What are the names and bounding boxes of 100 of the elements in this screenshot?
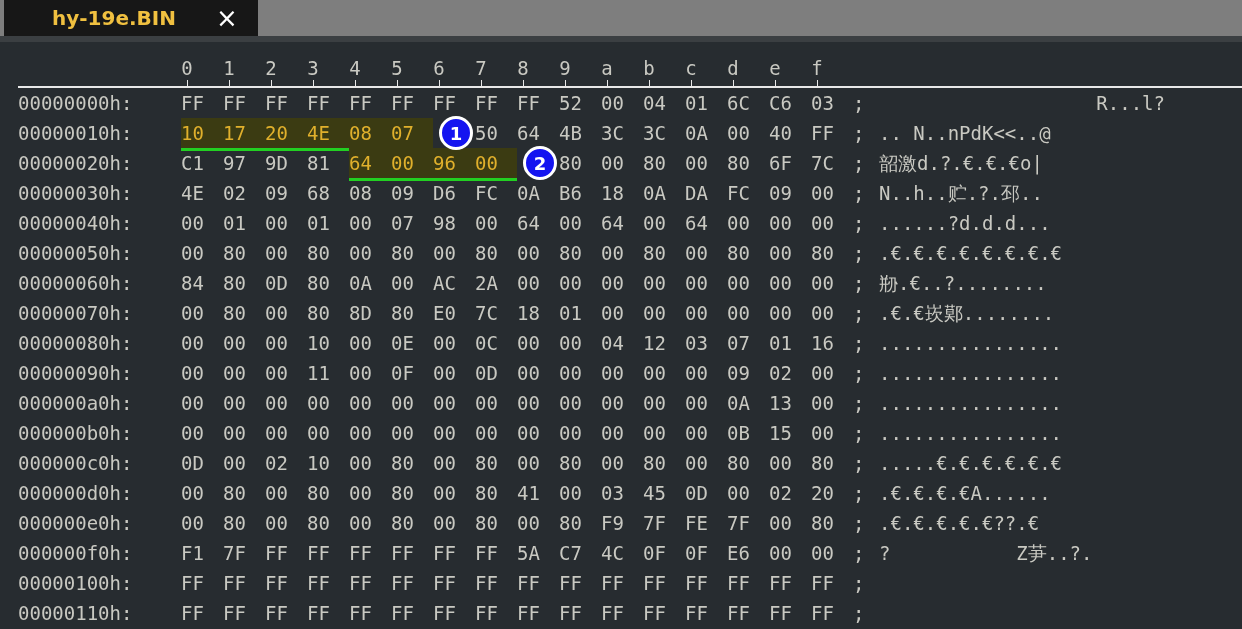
byte-value: 00 bbox=[601, 300, 624, 326]
byte-value: 0E bbox=[391, 330, 414, 356]
row-address: 000000e0h: bbox=[18, 510, 134, 536]
byte-value: 80 bbox=[475, 480, 498, 506]
byte-value: 80 bbox=[727, 450, 750, 476]
byte-value: 00 bbox=[601, 450, 624, 476]
separator: ; bbox=[853, 120, 866, 146]
byte-value: 09 bbox=[727, 360, 750, 386]
byte-value: 00 bbox=[559, 360, 582, 386]
byte-value: 00 bbox=[643, 300, 666, 326]
byte-value: 00 bbox=[349, 510, 372, 536]
column-header: 5 bbox=[391, 56, 403, 80]
byte-value: 00 bbox=[685, 150, 708, 176]
byte-value: 81 bbox=[307, 150, 330, 176]
byte-value: 80 bbox=[391, 510, 414, 536]
byte-value: 00 bbox=[181, 300, 204, 326]
byte-value: 00 bbox=[349, 240, 372, 266]
byte-value: 8D bbox=[349, 300, 372, 326]
byte-value: 80 bbox=[391, 480, 414, 506]
separator: ; bbox=[853, 450, 866, 476]
separator: ; bbox=[853, 540, 866, 566]
byte-value: FF bbox=[811, 120, 834, 146]
byte-value: 00 bbox=[349, 480, 372, 506]
byte-value: FC bbox=[727, 180, 750, 206]
ascii-text: .....€.€.€.€.€.€ bbox=[879, 450, 1063, 476]
byte-value: 0A bbox=[349, 270, 372, 296]
byte-value: FF bbox=[727, 570, 750, 596]
byte-value: 03 bbox=[601, 480, 624, 506]
byte-value: 80 bbox=[307, 270, 330, 296]
byte-value: 80 bbox=[727, 240, 750, 266]
column-header: 9 bbox=[559, 56, 571, 80]
byte-value: FF bbox=[181, 90, 204, 116]
callout-badge: 2 bbox=[523, 146, 557, 180]
byte-value: 64 bbox=[349, 150, 372, 176]
byte-value: FF bbox=[391, 600, 414, 626]
byte-value: 0A bbox=[517, 180, 540, 206]
column-header: f bbox=[811, 56, 823, 80]
ascii-text: .€.€.€.€.€??.€ bbox=[879, 510, 1040, 536]
byte-value: 00 bbox=[265, 480, 288, 506]
byte-value: 00 bbox=[601, 270, 624, 296]
ascii-text: N..h..贮.?.邳.. bbox=[879, 180, 1043, 206]
byte-value: 00 bbox=[685, 360, 708, 386]
column-header: 4 bbox=[349, 56, 361, 80]
ascii-text: ? Z芛..?. bbox=[879, 540, 1093, 566]
byte-value: FF bbox=[517, 570, 540, 596]
byte-value: 0D bbox=[265, 270, 288, 296]
byte-value: 98 bbox=[433, 210, 456, 236]
column-header: c bbox=[685, 56, 697, 80]
row-address: 00000010h: bbox=[18, 120, 134, 146]
row-address: 00000110h: bbox=[18, 600, 134, 626]
byte-value: 68 bbox=[307, 180, 330, 206]
byte-value: 0A bbox=[727, 390, 750, 416]
byte-value: 00 bbox=[517, 360, 540, 386]
byte-value: FF bbox=[769, 600, 792, 626]
byte-value: 01 bbox=[223, 210, 246, 236]
byte-value: 00 bbox=[769, 540, 792, 566]
byte-value: 0D bbox=[685, 480, 708, 506]
byte-value: 00 bbox=[685, 270, 708, 296]
byte-value: 17 bbox=[223, 120, 246, 146]
byte-value: 00 bbox=[685, 390, 708, 416]
column-header: e bbox=[769, 56, 781, 80]
byte-value: 15 bbox=[769, 420, 792, 446]
byte-value: 80 bbox=[391, 300, 414, 326]
row-address: 00000100h: bbox=[18, 570, 134, 596]
byte-value: FF bbox=[475, 600, 498, 626]
byte-value: 40 bbox=[769, 120, 792, 146]
byte-value: 00 bbox=[181, 330, 204, 356]
byte-value: 4E bbox=[181, 180, 204, 206]
byte-value: 9D bbox=[265, 150, 288, 176]
byte-value: 00 bbox=[223, 390, 246, 416]
byte-value: FF bbox=[559, 600, 582, 626]
byte-value: 6F bbox=[769, 150, 792, 176]
byte-value: 00 bbox=[433, 330, 456, 356]
byte-value: 7F bbox=[223, 540, 246, 566]
byte-value: 0D bbox=[475, 360, 498, 386]
byte-value: 02 bbox=[265, 450, 288, 476]
byte-value: FF bbox=[349, 90, 372, 116]
byte-value: 00 bbox=[433, 360, 456, 386]
byte-value: 00 bbox=[727, 480, 750, 506]
column-header: b bbox=[643, 56, 655, 80]
byte-value: 00 bbox=[769, 450, 792, 476]
separator: ; bbox=[853, 360, 866, 386]
close-button[interactable]: × bbox=[216, 5, 238, 31]
byte-value: 00 bbox=[349, 450, 372, 476]
ascii-text: R...l? bbox=[1095, 90, 1165, 116]
separator: ; bbox=[853, 510, 866, 536]
byte-value: FF bbox=[811, 600, 834, 626]
separator: ; bbox=[853, 240, 866, 266]
byte-value: D6 bbox=[433, 180, 456, 206]
byte-value: 00 bbox=[559, 330, 582, 356]
file-tab[interactable]: hy-19e.BIN × bbox=[4, 0, 258, 36]
byte-value: 00 bbox=[685, 420, 708, 446]
byte-value: FF bbox=[307, 90, 330, 116]
byte-value: 16 bbox=[811, 330, 834, 356]
byte-value: 00 bbox=[643, 360, 666, 386]
byte-value: 00 bbox=[811, 540, 834, 566]
byte-value: FF bbox=[349, 600, 372, 626]
byte-value: 00 bbox=[517, 390, 540, 416]
byte-value: 80 bbox=[811, 450, 834, 476]
byte-value: 00 bbox=[475, 420, 498, 446]
